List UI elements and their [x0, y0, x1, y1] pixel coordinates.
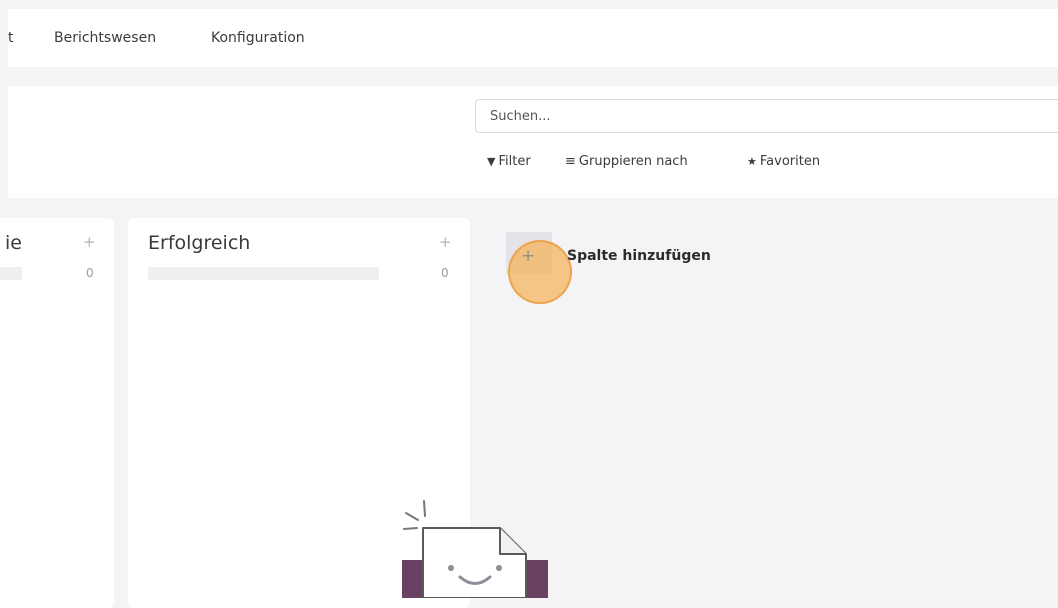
search-input[interactable] — [475, 99, 1058, 133]
plus-icon[interactable]: + — [521, 246, 535, 266]
kanban-column: ie + 0 — [0, 218, 114, 608]
favorites-button[interactable]: ★ Favoriten — [747, 154, 820, 169]
column-title: Erfolgreich — [148, 232, 251, 254]
document-icon — [422, 527, 527, 598]
column-progress-bar — [148, 267, 379, 280]
filter-button[interactable]: ▼ Filter — [487, 154, 531, 169]
favorites-label: Favoriten — [759, 154, 821, 169]
add-column-label[interactable]: Spalte hinzufügen — [567, 248, 711, 264]
column-title: ie — [5, 232, 22, 254]
list-icon: ≡ — [565, 154, 576, 169]
group-by-label: Gruppieren nach — [578, 154, 688, 169]
column-add-icon[interactable]: + — [83, 233, 96, 251]
star-icon: ★ — [747, 155, 757, 168]
filter-icon: ▼ — [487, 155, 496, 168]
empty-state-illustration — [402, 500, 548, 598]
column-add-icon[interactable]: + — [439, 233, 452, 251]
filter-label: Filter — [498, 154, 531, 169]
top-navbar: t Berichtswesen Konfiguration — [8, 9, 1058, 67]
column-count: 0 — [441, 266, 449, 280]
group-by-button[interactable]: ≡ Gruppieren nach — [565, 154, 688, 169]
nav-menu-item-truncated[interactable]: t — [8, 30, 14, 46]
click-highlight — [508, 240, 572, 304]
nav-menu-item-configuration[interactable]: Konfiguration — [211, 30, 305, 46]
column-progress-bar — [0, 267, 22, 280]
nav-menu-item-reporting[interactable]: Berichtswesen — [54, 30, 156, 46]
control-panel: ▼Filter ≡Gruppieren nach ★Favoriten — [8, 86, 1058, 198]
column-count: 0 — [86, 266, 94, 280]
